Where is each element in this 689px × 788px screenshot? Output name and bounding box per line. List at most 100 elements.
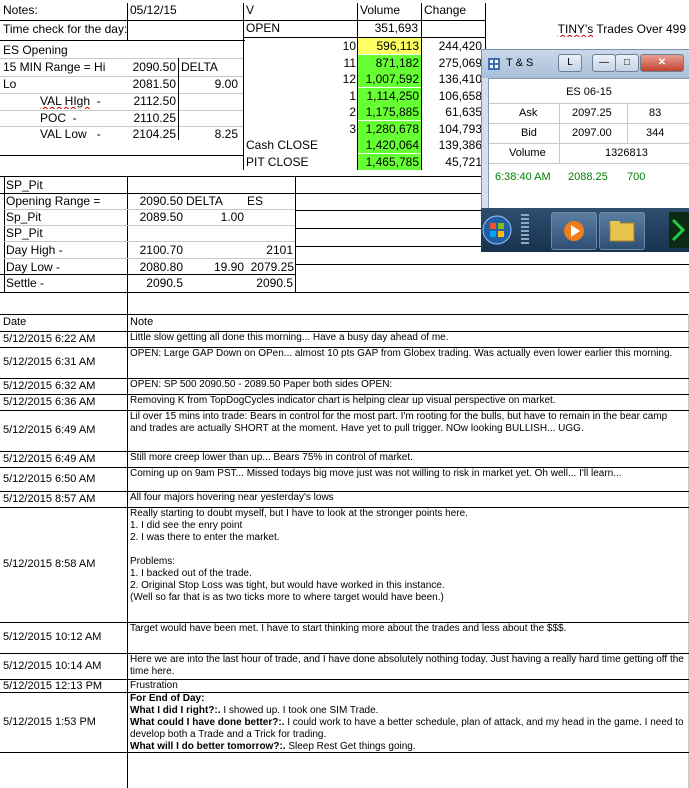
trade-time: 6:38:40 AM bbox=[495, 171, 551, 183]
delta-value: 9.00 bbox=[214, 77, 238, 91]
volume-row-change: 106,658 bbox=[438, 88, 482, 103]
ts-volume: 1326813 bbox=[605, 147, 648, 159]
close-icon: ✕ bbox=[657, 57, 667, 68]
val-high: 2112.50 bbox=[133, 94, 177, 108]
folder-icon bbox=[609, 221, 635, 242]
val-low-label: VAL Low - bbox=[40, 127, 101, 141]
log-entry-note: All four majors hovering near yesterday'… bbox=[130, 492, 334, 503]
maximize-button[interactable]: □ bbox=[615, 54, 639, 72]
log-entry-date: 5/12/2015 6:22 AM bbox=[3, 332, 96, 345]
volume-row-value: 1,175,885 bbox=[358, 104, 421, 120]
note-column-header: Note bbox=[130, 316, 154, 328]
volume-row-label: 11 bbox=[343, 55, 356, 70]
windows-start-icon bbox=[482, 215, 512, 245]
log-entry-note: Little slow getting all done this mornin… bbox=[130, 332, 449, 343]
volume-row-value: 1,114,250 bbox=[358, 87, 421, 104]
minimize-button[interactable]: — bbox=[592, 54, 616, 72]
log-entry-date: 5/12/2015 6:36 AM bbox=[3, 395, 96, 408]
open-volume: 351,693 bbox=[374, 21, 418, 35]
log-entry-date: 5/12/2015 6:49 AM bbox=[3, 424, 96, 436]
taskbar-app[interactable] bbox=[669, 212, 689, 248]
log-entry-note: Target would have been met. I have to st… bbox=[130, 623, 567, 634]
volume-row-value: 1,465,785 bbox=[358, 153, 421, 170]
log-entry-date: 5/12/2015 6:31 AM bbox=[3, 356, 96, 368]
bid-price: 2097.00 bbox=[572, 127, 612, 139]
sp-pit-value: 2089.50 bbox=[139, 210, 183, 224]
ts-titlebar[interactable]: T & S L — □ ✕ bbox=[482, 50, 689, 78]
volume-row-label: 1 bbox=[349, 88, 356, 103]
ts-app-icon bbox=[488, 57, 500, 70]
volume-row-label: 2 bbox=[349, 105, 356, 119]
settle-label: Settle - bbox=[6, 276, 45, 290]
maximize-icon: □ bbox=[623, 57, 631, 68]
day-high-label: Day High - bbox=[6, 243, 63, 257]
notes-label: Notes: bbox=[3, 3, 38, 17]
volume-row-value: 871,182 bbox=[358, 54, 421, 71]
volume-row-label: Cash CLOSE bbox=[246, 138, 319, 152]
range-label: 15 MIN Range = Hi bbox=[3, 60, 106, 74]
taskbar-explorer[interactable] bbox=[599, 212, 645, 250]
settle: 2090.5 bbox=[146, 276, 183, 290]
sp-pit-delta: 1.00 bbox=[220, 210, 244, 224]
volume-row-label: PIT CLOSE bbox=[246, 154, 309, 169]
eod-title: For End of Day: bbox=[130, 693, 205, 704]
day-low-delta: 19.90 bbox=[213, 260, 244, 274]
opening-range-label: Opening Range = bbox=[6, 194, 101, 208]
es-label: ES bbox=[247, 194, 264, 208]
time-check-label: Time check for the day: bbox=[3, 22, 128, 36]
volume-row-label: 3 bbox=[349, 121, 356, 136]
settle-es: 2090.5 bbox=[256, 276, 293, 290]
app-icon bbox=[671, 218, 686, 242]
ts-volume-label: Volume bbox=[509, 147, 546, 159]
ask-price: 2097.25 bbox=[572, 107, 612, 119]
bid-size: 344 bbox=[646, 127, 665, 139]
es-opening-title: ES Opening bbox=[3, 43, 68, 57]
volume-row-change: 136,410 bbox=[438, 72, 482, 86]
v-label: V bbox=[246, 3, 255, 17]
close-button[interactable]: ✕ bbox=[640, 54, 684, 72]
taskbar bbox=[481, 208, 689, 252]
minimize-icon: — bbox=[599, 57, 609, 68]
ts-link-button[interactable]: L bbox=[558, 54, 582, 72]
sheet-title: TINY's Trades Over 499 bbox=[557, 22, 686, 36]
lo-label: Lo bbox=[3, 77, 17, 91]
volume-row-change: 139,386 bbox=[438, 138, 482, 152]
delta-label: DELTA bbox=[181, 60, 218, 74]
log-entry-date: 5/12/2015 1:53 PM bbox=[3, 715, 96, 728]
trade-size: 700 bbox=[627, 171, 646, 183]
log-entry-date: 5/12/2015 10:14 AM bbox=[3, 659, 102, 672]
volume-row-change: 104,793 bbox=[438, 121, 482, 136]
log-entry-note: Really starting to doubt myself, but I h… bbox=[130, 508, 468, 603]
sp-pit-title-2: SP_Pit bbox=[6, 226, 43, 240]
day-high: 2100.70 bbox=[139, 243, 183, 257]
log-entry-date: 5/12/2015 8:57 AM bbox=[3, 492, 96, 505]
start-button[interactable] bbox=[481, 212, 513, 248]
sp-pit-label: Sp_Pit bbox=[6, 210, 42, 224]
sp-delta-label: DELTA bbox=[186, 194, 223, 208]
ask-size: 83 bbox=[649, 107, 662, 119]
volume-row-value: 596,113 bbox=[358, 38, 421, 54]
log-entry-note: For End of Day: What I did I right?:. I s… bbox=[130, 693, 686, 753]
log-entry-note: Frustration bbox=[130, 680, 178, 691]
volume-row-change: 244,420 bbox=[438, 39, 482, 53]
log-entry-note: Here we are into the last hour of trade,… bbox=[130, 654, 684, 677]
log-entry-note: Coming up on 9am PST... Missed todays bi… bbox=[130, 468, 622, 479]
log-entry-date: 5/12/2015 6:32 AM bbox=[3, 379, 96, 392]
val-low: 2104.25 bbox=[132, 127, 176, 141]
poc-label: POC - bbox=[40, 111, 77, 125]
change-label: Change bbox=[424, 3, 467, 17]
log-entry-note: Lil over 15 mins into trade: Bears in co… bbox=[130, 411, 668, 434]
media-player-icon bbox=[564, 221, 584, 241]
taskbar-media-player[interactable] bbox=[551, 212, 597, 250]
volume-row-label: 10 bbox=[342, 39, 356, 53]
volume-label: Volume bbox=[360, 3, 401, 17]
day-low-es: 2079.25 bbox=[250, 260, 294, 274]
volume-row-value: 1,280,678 bbox=[358, 120, 421, 137]
trade-price: 2088.25 bbox=[568, 171, 608, 183]
header-date: 05/12/15 bbox=[130, 3, 177, 17]
day-low: 2080.80 bbox=[139, 260, 183, 274]
val-high-label: VAL HIgh - bbox=[40, 94, 101, 108]
log-entry-date: 5/12/2015 8:58 AM bbox=[3, 558, 96, 570]
log-entry-note: OPEN: SP 500 2090.50 - 2089.50 Paper bot… bbox=[130, 379, 393, 390]
range-hi: 2090.50 bbox=[132, 60, 176, 74]
